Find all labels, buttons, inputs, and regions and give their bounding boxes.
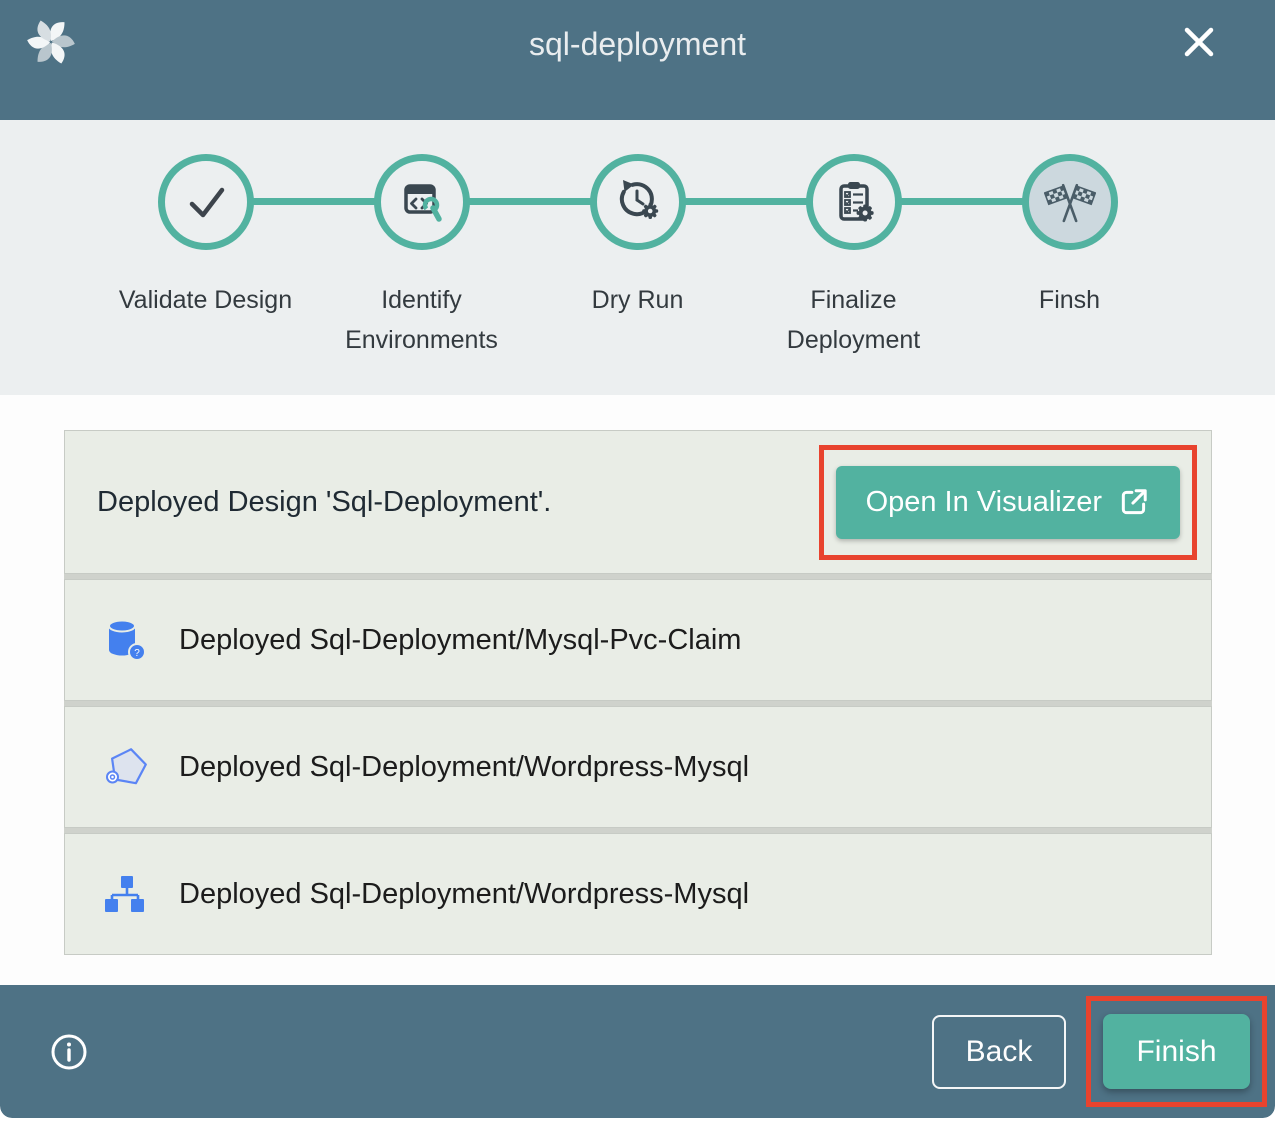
- open-in-visualizer-button[interactable]: Open In Visualizer: [836, 466, 1180, 539]
- resource-label: Deployed Sql-Deployment/Wordpress-Mysql: [179, 878, 749, 911]
- svg-text:?: ?: [134, 648, 140, 659]
- step-circle: [806, 154, 902, 250]
- finish-button[interactable]: Finish: [1103, 1014, 1250, 1089]
- step-finalize-deployment[interactable]: Finalize Deployment: [746, 154, 962, 360]
- annotation-highlight-finish: Finish: [1086, 996, 1267, 1107]
- step-label: Identify Environments: [317, 280, 527, 360]
- gear-icon: [642, 203, 658, 219]
- deployed-resource-row: Deployed Sql-Deployment/Wordpress-Mysql: [64, 706, 1212, 828]
- wizard-stepper: Validate Design Identify Environments: [0, 120, 1275, 395]
- open-in-visualizer-label: Open In Visualizer: [866, 486, 1102, 519]
- step-identify-environments[interactable]: Identify Environments: [314, 154, 530, 360]
- annotation-highlight-visualizer: Open In Visualizer: [819, 445, 1197, 560]
- resource-label: Deployed Sql-Deployment/Wordpress-Mysql: [179, 751, 749, 784]
- deployment-hierarchy-icon: [102, 870, 150, 918]
- info-icon[interactable]: [50, 1033, 88, 1071]
- step-circle-active: [1022, 154, 1118, 250]
- clipboard-gear-icon: [830, 178, 878, 226]
- dialog-footer: Back Finish: [0, 985, 1275, 1118]
- code-tools-icon: [398, 178, 446, 226]
- deployed-resource-row: ? Deployed Sql-Deployment/Mysql-Pvc-Clai…: [64, 579, 1212, 701]
- design-summary-row: Deployed Design 'Sql-Deployment'. Open I…: [64, 430, 1212, 574]
- step-label: Finsh: [1039, 280, 1100, 320]
- deployment-wizard-dialog: sql-deployment Validate Design: [0, 0, 1275, 1118]
- step-circle: [590, 154, 686, 250]
- gear-icon: [856, 205, 873, 222]
- dialog-title: sql-deployment: [0, 26, 1275, 63]
- step-circle: [374, 154, 470, 250]
- dialog-header: sql-deployment: [0, 0, 1275, 120]
- external-link-icon: [1118, 486, 1150, 518]
- step-dry-run[interactable]: Dry Run: [530, 154, 746, 360]
- service-pentagon-icon: [102, 743, 150, 791]
- resource-label: Deployed Sql-Deployment/Mysql-Pvc-Claim: [179, 624, 741, 657]
- step-validate-design[interactable]: Validate Design: [98, 154, 314, 360]
- back-button[interactable]: Back: [932, 1015, 1066, 1089]
- deployed-resource-row: Deployed Sql-Deployment/Wordpress-Mysql: [64, 833, 1212, 955]
- step-circle: [158, 154, 254, 250]
- check-icon: [182, 178, 230, 226]
- deployment-results: Deployed Design 'Sql-Deployment'. Open I…: [0, 395, 1275, 985]
- close-icon[interactable]: [1179, 22, 1219, 62]
- step-finish[interactable]: Finsh: [962, 154, 1178, 360]
- design-message: Deployed Design 'Sql-Deployment'.: [97, 486, 551, 519]
- dry-run-history-icon: [614, 178, 662, 226]
- checkered-flags-icon: [1044, 176, 1096, 228]
- step-label: Finalize Deployment: [749, 280, 959, 360]
- step-label: Validate Design: [119, 280, 292, 320]
- database-icon: ?: [102, 616, 150, 664]
- step-label: Dry Run: [592, 280, 684, 320]
